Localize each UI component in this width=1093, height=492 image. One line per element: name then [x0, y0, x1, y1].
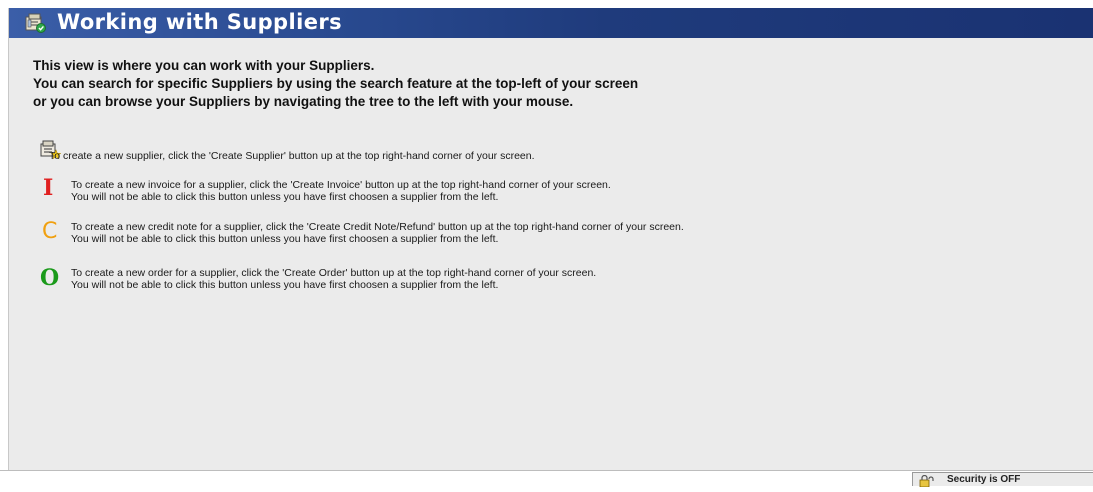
- suppliers-icon: [25, 13, 47, 33]
- security-status[interactable]: Security is OFF: [912, 472, 1093, 488]
- order-icon: O: [40, 265, 60, 291]
- tip-credit-line-2: You will not be able to click this butto…: [71, 233, 499, 245]
- intro-text: This view is where you can work with you…: [33, 57, 638, 111]
- tip-order-line-1: To create a new order for a supplier, cl…: [71, 267, 597, 279]
- intro-line-2: You can search for specific Suppliers by…: [33, 76, 639, 91]
- tip-invoice-line-2: You will not be able to click this butto…: [71, 191, 499, 203]
- tip-credit-line-1: To create a new credit note for a suppli…: [71, 221, 684, 233]
- security-label: Security is OFF: [947, 474, 1021, 485]
- view-header: Working with Suppliers: [9, 8, 1093, 38]
- tip-create-supplier: To create a new supplier, click the 'Cre…: [39, 140, 535, 162]
- tree-panel-edge: [0, 0, 11, 470]
- intro-line-1: This view is where you can work with you…: [33, 58, 375, 73]
- tip-invoice-line-1: To create a new invoice for a supplier, …: [71, 179, 611, 191]
- intro-line-3: or you can browse your Suppliers by navi…: [33, 94, 574, 109]
- invoice-icon: I: [43, 175, 54, 201]
- credit-note-icon: C: [42, 219, 58, 244]
- lock-icon: [919, 474, 935, 488]
- suppliers-view: Working with Suppliers This view is wher…: [8, 8, 1093, 470]
- tip-order-line-2: You will not be able to click this butto…: [71, 279, 499, 291]
- tip-supplier-line-1: To create a new supplier, click the 'Cre…: [49, 150, 535, 162]
- page-title: Working with Suppliers: [57, 10, 342, 34]
